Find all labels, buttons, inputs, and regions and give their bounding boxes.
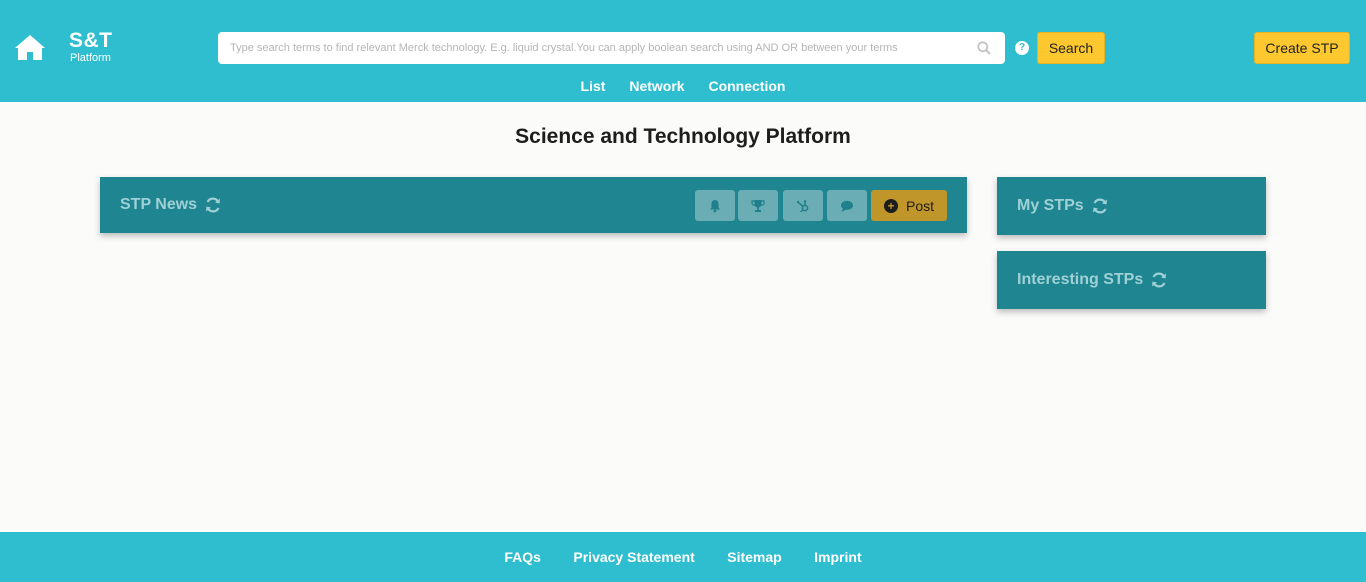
brand-logo[interactable]: S&T Platform <box>69 30 113 65</box>
page-title: Science and Technology Platform <box>515 125 851 148</box>
comments-filter-button[interactable] <box>827 190 867 221</box>
search-button[interactable]: Search <box>1037 32 1105 64</box>
stp-news-title: STP News <box>120 196 198 213</box>
hubspot-filter-button[interactable] <box>783 190 823 221</box>
bell-icon <box>710 199 720 212</box>
search-icon[interactable] <box>977 41 991 55</box>
nav-item-connection[interactable]: Connection <box>708 77 785 95</box>
post-button-label: Post <box>905 197 934 214</box>
post-button[interactable]: + Post <box>871 190 947 221</box>
refresh-icon[interactable] <box>204 196 222 214</box>
top-header: S&T Platform ? Search Create STP List Ne… <box>0 0 1366 102</box>
help-icon[interactable]: ? <box>1015 41 1029 55</box>
my-stps-title: My STPs <box>1017 197 1084 214</box>
comment-icon <box>841 200 853 212</box>
nav-item-network[interactable]: Network <box>629 77 684 95</box>
hubspot-icon <box>796 199 809 213</box>
create-stp-button[interactable]: Create STP <box>1254 32 1350 64</box>
plus-circle-icon: + <box>883 198 898 213</box>
search-input[interactable] <box>218 32 968 64</box>
brand-title: S&T <box>69 29 113 52</box>
footer-link-imprint[interactable]: Imprint <box>814 532 861 582</box>
notifications-filter-button[interactable] <box>695 190 735 221</box>
brand-subtitle: Platform <box>70 52 111 64</box>
stp-news-panel: STP News + Post <box>100 177 967 233</box>
footer: FAQs Privacy Statement Sitemap Imprint <box>0 532 1366 582</box>
footer-link-privacy[interactable]: Privacy Statement <box>573 532 694 582</box>
nav-item-list[interactable]: List <box>581 77 606 95</box>
refresh-icon[interactable] <box>1150 271 1168 289</box>
search-box <box>218 32 1005 64</box>
interesting-stps-title: Interesting STPs <box>1017 271 1144 288</box>
refresh-icon[interactable] <box>1091 197 1109 215</box>
trophy-icon <box>751 199 765 212</box>
home-icon[interactable] <box>14 33 46 61</box>
my-stps-panel: My STPs <box>997 177 1266 235</box>
footer-link-sitemap[interactable]: Sitemap <box>727 532 781 582</box>
awards-filter-button[interactable] <box>738 190 778 221</box>
interesting-stps-panel: Interesting STPs <box>997 251 1266 309</box>
main-nav: List Network Connection <box>0 77 1366 95</box>
footer-link-faqs[interactable]: FAQs <box>504 532 541 582</box>
